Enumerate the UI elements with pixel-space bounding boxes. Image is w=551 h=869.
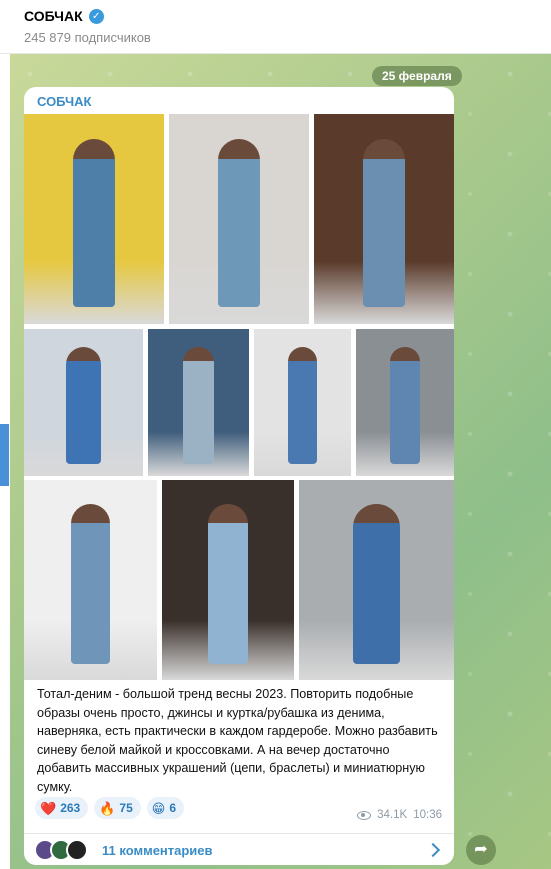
reactions-bar: ❤️ 263 🔥 75 😁 6 (35, 797, 185, 819)
photo-street-blue-coat[interactable] (24, 329, 143, 476)
reaction-heart[interactable]: ❤️ 263 (35, 797, 89, 819)
comments-button[interactable]: 11 комментариев (34, 837, 444, 863)
fire-icon: 🔥 (99, 800, 116, 816)
photo-shutter-wall[interactable] (299, 480, 454, 680)
message-time: 10:36 (413, 809, 442, 821)
model-figure (65, 346, 102, 465)
side-panel-accent (0, 424, 9, 486)
photo-runway-denim[interactable] (24, 114, 164, 324)
model-figure (70, 504, 111, 664)
comments-label: 11 комментариев (102, 842, 213, 858)
eye-icon (357, 810, 372, 820)
channel-header[interactable]: СОБЧАК ✓ 245 879 подписчиков (0, 0, 551, 54)
share-button[interactable]: ➦ (466, 835, 496, 865)
message-bubble: СОБЧАК Тотал-деним - большой тренд весны… (24, 87, 454, 865)
subscriber-count: 245 879 подписчиков (24, 30, 151, 45)
channel-title[interactable]: СОБЧАК (24, 8, 83, 24)
message-author[interactable]: СОБЧАК (37, 94, 91, 109)
reaction-count: 6 (169, 801, 177, 815)
reaction-count: 263 (60, 801, 81, 815)
photo-dark-studio-denim[interactable] (162, 480, 294, 680)
comments-divider (24, 833, 454, 834)
message-text: Тотал-деним - большой тренд весны 2023. … (37, 687, 438, 794)
model-figure (208, 504, 248, 664)
model-figure (363, 139, 405, 308)
verified-badge-icon: ✓ (88, 8, 104, 24)
reaction-grin[interactable]: 😁 6 (146, 797, 185, 819)
reaction-count: 75 (119, 801, 133, 815)
model-figure (353, 504, 400, 664)
channel-title-row: СОБЧАК ✓ (24, 8, 551, 24)
model-figure (73, 139, 115, 308)
photo-oversized-suit[interactable] (24, 480, 157, 680)
photo-studio-denim[interactable] (169, 114, 309, 324)
grin-icon: 😁 (151, 800, 166, 816)
photo-street-duo[interactable] (356, 329, 454, 476)
commenter-avatars (34, 839, 88, 861)
model-figure (287, 346, 318, 465)
chevron-right-icon (425, 842, 441, 858)
view-count: 34.1K (377, 809, 408, 821)
model-figure (183, 346, 214, 465)
photo-curly-hair-shirt[interactable] (148, 329, 249, 476)
share-icon: ➦ (474, 841, 488, 858)
model-figure (218, 139, 260, 308)
reaction-fire[interactable]: 🔥 75 (94, 797, 141, 819)
model-figure (390, 346, 420, 465)
photo-dark-denim[interactable] (314, 114, 454, 324)
message-meta: 34.1K 10:36 (357, 809, 442, 821)
heart-icon: ❤️ (40, 800, 57, 816)
avatar (66, 839, 88, 861)
photo-white-tank[interactable] (254, 329, 351, 476)
date-separator: 25 февраля (372, 66, 462, 86)
